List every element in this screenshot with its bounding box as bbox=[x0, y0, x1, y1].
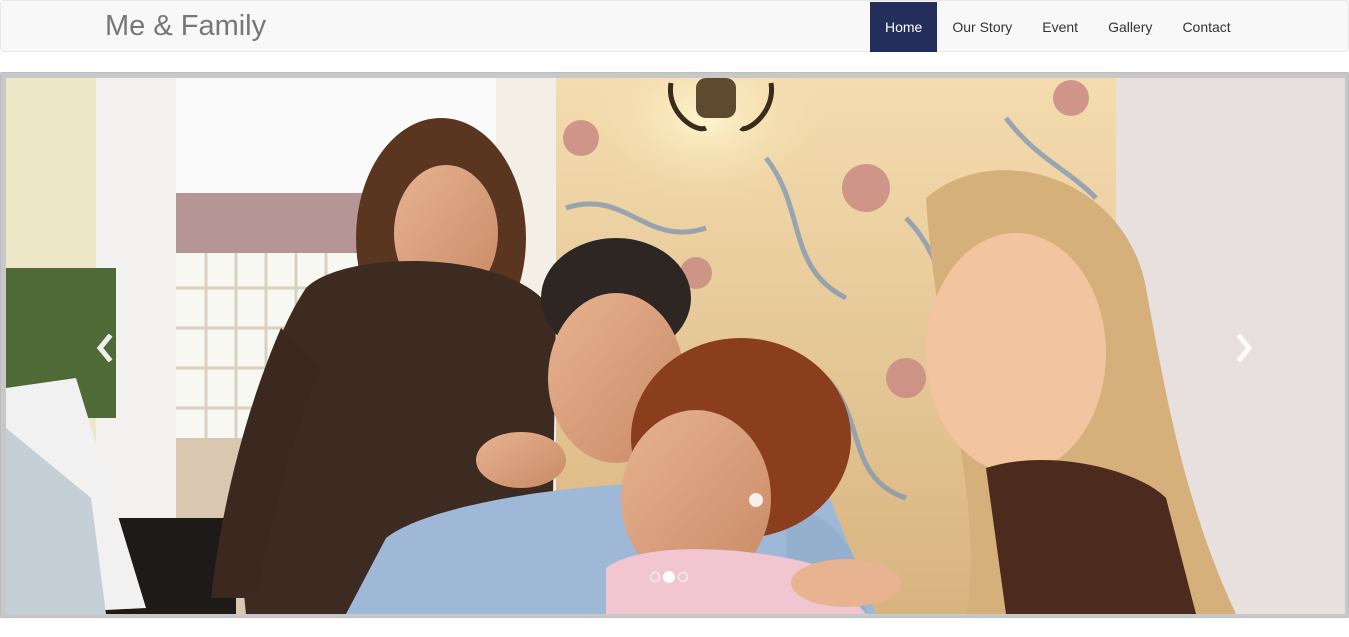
brand-logo[interactable]: Me & Family bbox=[105, 9, 266, 43]
image-carousel bbox=[0, 72, 1349, 618]
nav-item-gallery[interactable]: Gallery bbox=[1093, 2, 1167, 52]
nav-menu: Home Our Story Event Gallery Contact bbox=[870, 2, 1246, 52]
nav-item-event[interactable]: Event bbox=[1027, 2, 1093, 52]
carousel-next-button[interactable] bbox=[1225, 328, 1265, 368]
chevron-right-icon bbox=[1236, 334, 1253, 362]
carousel-prev-button[interactable] bbox=[84, 328, 124, 368]
carousel-indicator-3[interactable] bbox=[678, 572, 688, 582]
carousel-indicator-2[interactable] bbox=[663, 571, 675, 583]
nav-item-our-story[interactable]: Our Story bbox=[937, 2, 1027, 52]
carousel-indicators bbox=[650, 571, 688, 583]
carousel-indicator-1[interactable] bbox=[650, 572, 660, 582]
chevron-left-icon bbox=[96, 334, 113, 362]
nav-item-home[interactable]: Home bbox=[870, 2, 938, 52]
family-photo-image bbox=[6, 78, 1345, 614]
nav-item-contact[interactable]: Contact bbox=[1167, 2, 1245, 52]
carousel-slide-family-photo bbox=[6, 78, 1345, 614]
navbar: Me & Family Home Our Story Event Gallery… bbox=[0, 0, 1349, 52]
